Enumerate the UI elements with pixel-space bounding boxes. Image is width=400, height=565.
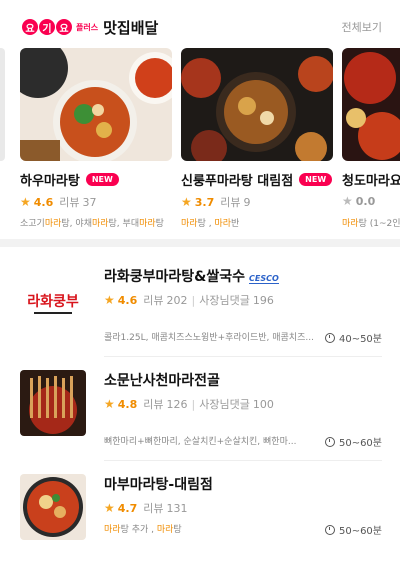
rating-value: 4.8 [117, 397, 138, 411]
featured-card[interactable]: 청도마라요 ★ 0.0 마라탕 (1~2인 [342, 48, 400, 238]
review-label: 리뷰 [143, 294, 164, 307]
featured-card[interactable]: 신룽푸마라탕 대림점 NEW ★ 3.7 리뷰 9 마라탕 , 마라반 [181, 48, 333, 229]
restaurant-row[interactable]: 소문난사천마라전골 ★ 4.8 리뷰 126 | 사장님댓글 100 뼈한마리+… [0, 356, 400, 461]
clock-icon [324, 524, 335, 535]
yogiyo-plus-logo: 요 기 요 플러스 맛집배달 [22, 18, 159, 37]
delivery-time: 40~50분 [338, 334, 382, 345]
section-title: 맛집배달 [103, 18, 159, 37]
delivery-time: 50~60분 [338, 526, 382, 537]
restaurant-name: 신룽푸마라탕 대림점 [181, 174, 294, 189]
menu-summary: 마라탕 추가 , 마라탕 [104, 525, 182, 535]
logo-letter: 기 [39, 19, 55, 35]
review-label: 리뷰 [59, 196, 80, 209]
food-photo [20, 370, 86, 436]
clock-icon [324, 436, 335, 447]
review-count: 202 [166, 293, 188, 307]
owner-reply-count: 100 [252, 397, 274, 411]
star-icon: ★ [104, 397, 115, 411]
logo-letter: 요 [56, 19, 72, 35]
section-divider [0, 239, 400, 247]
rating-value: 4.6 [33, 195, 54, 209]
restaurant-row[interactable]: 라화쿵부 라화쿵부마라탕&쌀국수 CESCO ★ 4.6 리뷰 202 | 사장님… [0, 252, 400, 357]
rating-value: 0.0 [355, 194, 376, 208]
restaurant-logo: 라화쿵부 [20, 266, 86, 332]
food-photo [20, 48, 172, 161]
food-photo [342, 48, 400, 161]
restaurant-name: 청도마라요 [342, 174, 400, 189]
review-label: 리뷰 [220, 196, 241, 209]
see-all-link[interactable]: 전체보기 [342, 19, 382, 35]
rating-value: 4.7 [117, 501, 138, 515]
new-badge: NEW [299, 173, 333, 186]
restaurant-name: 하우마라탕 [20, 174, 80, 189]
menu-summary: 뼈한마리+뼈한마리, 순살치킨+순살치킨, 뼈한마... [104, 437, 297, 447]
review-label: 리뷰 [143, 398, 164, 411]
menu-tags: 마라탕 , 마라반 [181, 219, 240, 229]
menu-tags: 소고기마라탕, 야채마라탕, 부대마라탕 [20, 219, 164, 229]
header: 요 기 요 플러스 맛집배달 전체보기 [0, 0, 400, 46]
star-icon: ★ [181, 195, 192, 209]
restaurant-name: 소문난사천마라전골 [104, 373, 220, 389]
logo-letter: 요 [22, 19, 38, 35]
star-icon: ★ [20, 195, 31, 209]
food-photo [20, 474, 86, 540]
review-count: 37 [82, 195, 97, 209]
star-icon: ★ [342, 194, 353, 208]
clock-icon [324, 332, 335, 343]
review-count: 131 [166, 501, 188, 515]
logo-plus: 플러스 [76, 22, 99, 32]
menu-tags: 마라탕 (1~2인 [342, 219, 400, 229]
rating-value: 3.7 [194, 195, 215, 209]
logo-text: 라화쿵부 [27, 294, 79, 310]
review-count: 126 [166, 397, 188, 411]
cesco-badge: CESCO [249, 274, 279, 284]
food-photo [181, 48, 333, 161]
featured-carousel[interactable]: 하우마라탕 NEW ★ 4.6 리뷰 37 소고기마라탕, 야채마라탕, 부대마… [0, 48, 400, 238]
star-icon: ★ [104, 293, 115, 307]
menu-summary: 콜라1.25L, 매콤치즈스노윙반+후라이드반, 매콤치즈... [104, 333, 314, 343]
owner-reply-label: 사장님댓글 [199, 398, 250, 411]
featured-card[interactable]: 하우마라탕 NEW ★ 4.6 리뷰 37 소고기마라탕, 야채마라탕, 부대마… [20, 48, 172, 229]
rating-value: 4.6 [117, 293, 138, 307]
owner-reply-count: 196 [252, 293, 274, 307]
review-count: 9 [243, 195, 251, 209]
restaurant-row[interactable]: 마부마라탕-대림점 ★ 4.7 리뷰 131 마라탕 추가 , 마라탕 50~6… [0, 460, 400, 565]
restaurant-name: 마부마라탕-대림점 [104, 477, 213, 493]
owner-reply-label: 사장님댓글 [199, 294, 250, 307]
delivery-time: 50~60분 [338, 438, 382, 449]
restaurant-name: 라화쿵부마라탕&쌀국수 CESCO [104, 269, 279, 285]
review-label: 리뷰 [143, 502, 164, 515]
new-badge: NEW [85, 173, 119, 186]
star-icon: ★ [104, 501, 115, 515]
